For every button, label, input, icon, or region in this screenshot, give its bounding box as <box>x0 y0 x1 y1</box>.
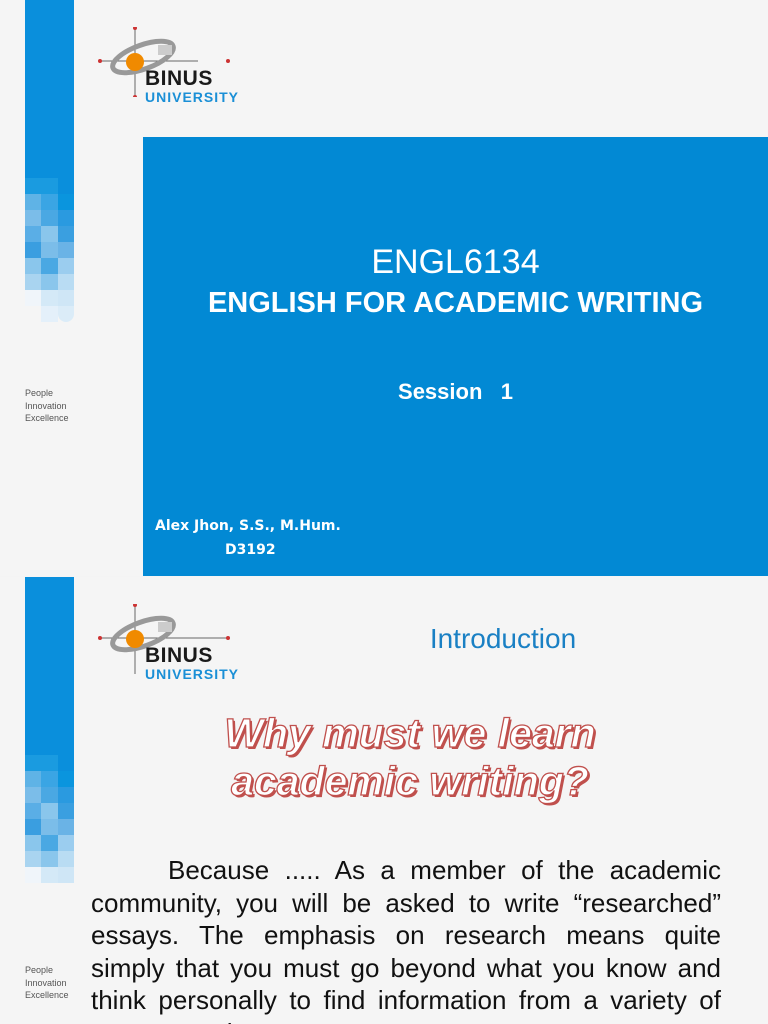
binus-logo: BINUS UNIVERSITY <box>98 604 248 684</box>
decorative-mosaic <box>25 755 74 883</box>
tagline-line: Excellence <box>25 413 69 423</box>
decorative-stripe <box>25 577 74 755</box>
tagline: People Innovation Excellence <box>25 964 69 1002</box>
question-line: academic writing? <box>230 757 589 804</box>
question-line: Why must we learn <box>224 709 597 756</box>
logo-name: BINUS <box>145 67 213 90</box>
tagline-line: People <box>25 965 54 975</box>
lecturer-id: D3192 <box>225 542 276 558</box>
tagline-line: People <box>25 388 54 398</box>
slide-title: BINUS UNIVERSITY People Innovation Excel… <box>0 0 768 576</box>
logo-subtitle: UNIVERSITY <box>145 89 240 105</box>
slide-introduction: BINUS UNIVERSITY Introduction Why must w… <box>0 577 768 1024</box>
binus-logo: BINUS UNIVERSITY <box>98 27 248 107</box>
tagline: People Innovation Excellence <box>25 387 69 425</box>
session-label: Session 1 <box>398 379 513 404</box>
tagline-line: Innovation <box>25 977 67 988</box>
course-code: ENGL6134 <box>371 243 540 281</box>
tagline-line: Excellence <box>25 990 69 1000</box>
logo-name: BINUS <box>145 644 213 667</box>
logo-subtitle: UNIVERSITY <box>145 666 240 682</box>
tagline-line: Innovation <box>25 400 67 411</box>
title-panel: ENGL6134 ENGLISH FOR ACADEMIC WRITING Se… <box>143 137 768 576</box>
slide-heading: Introduction <box>429 623 577 654</box>
author-name: Alex Jhon, S.S., M.Hum. <box>155 518 341 534</box>
decorative-mosaic <box>25 178 74 322</box>
question-heading: Why must we learn academic writing? <box>150 709 670 805</box>
decorative-stripe <box>25 0 74 178</box>
course-title: ENGLISH FOR ACADEMIC WRITING <box>207 287 704 319</box>
body-paragraph: Because ..... As a member of the academi… <box>91 855 721 1024</box>
